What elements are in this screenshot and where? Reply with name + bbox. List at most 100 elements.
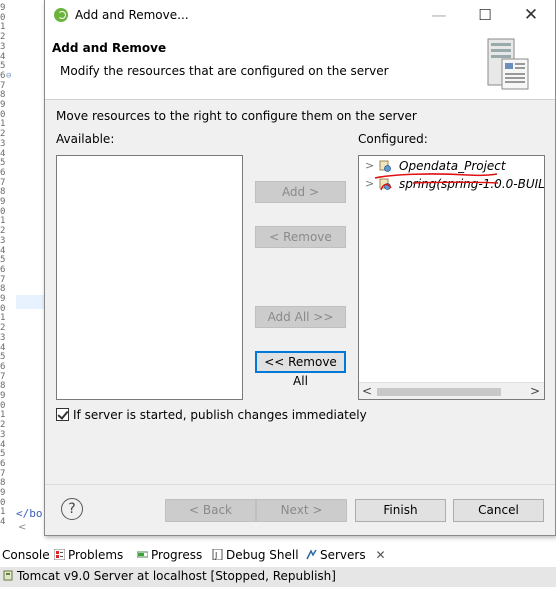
configured-item-label: spring(spring-1.0.0-BUILD- <box>399 177 545 191</box>
line-number: 2 <box>0 32 6 43</box>
available-list[interactable] <box>56 155 243 400</box>
next-button[interactable]: Next > <box>256 499 347 522</box>
line-number: 4 <box>0 439 6 450</box>
add-button[interactable]: Add > <box>255 181 346 203</box>
debug-shell-icon: J <box>212 549 223 560</box>
tab-servers-label: Servers <box>320 548 366 562</box>
line-number: 0 <box>0 109 6 120</box>
line-number: 6 <box>0 264 6 275</box>
line-number: 5 <box>0 61 6 72</box>
fold-marker-icon[interactable]: ⊖ <box>6 71 16 81</box>
line-number: 0 <box>0 400 6 411</box>
line-number: 4 <box>0 51 6 62</box>
problems-icon <box>54 549 65 560</box>
available-label: Available: <box>56 132 115 146</box>
configured-item[interactable]: > spring(spring-1.0.0-BUILD- <box>359 176 544 194</box>
line-number: 5 <box>0 255 6 266</box>
dialog-header: Add and Remove Modify the resources that… <box>45 31 555 100</box>
header-description: Modify the resources that are configured… <box>60 64 389 78</box>
servers-icon <box>306 549 317 560</box>
line-number: 1 <box>0 22 6 33</box>
current-line-highlight <box>16 295 45 309</box>
web-module-icon <box>379 178 391 190</box>
svg-text:J: J <box>214 551 217 560</box>
line-number: 3 <box>0 41 6 52</box>
line-number: 3 <box>0 235 6 246</box>
line-number: 9 <box>0 391 6 401</box>
line-number: 2 <box>0 420 6 431</box>
server-list-row[interactable]: Tomcat v9.0 Server at localhost [Stopped… <box>0 567 556 587</box>
progress-icon <box>137 551 148 558</box>
line-number: 9 <box>0 3 6 13</box>
tab-servers[interactable]: Servers ✕ <box>306 548 386 562</box>
expand-arrow-icon[interactable]: > <box>365 159 374 172</box>
line-number: 9 <box>0 294 6 304</box>
help-icon[interactable]: ? <box>61 498 83 520</box>
tab-progress[interactable]: Progress <box>137 548 202 562</box>
cancel-button[interactable]: Cancel <box>453 499 544 522</box>
close-tab-icon[interactable]: ✕ <box>375 548 385 562</box>
line-number: 3 <box>0 138 6 149</box>
tab-problems[interactable]: Problems <box>54 548 123 562</box>
web-module-icon <box>379 160 391 172</box>
line-number: 0 <box>0 206 6 217</box>
line-number: 4 <box>0 148 6 159</box>
line-number: 9 <box>0 488 6 498</box>
line-number: 2 <box>0 323 6 334</box>
tomcat-server-icon <box>3 570 13 581</box>
server-entry-label: Tomcat v9.0 Server at localhost [Stopped… <box>17 569 336 583</box>
line-number: 2 <box>0 129 6 140</box>
line-number: 7 <box>0 371 6 382</box>
add-all-button[interactable]: Add All >> <box>255 306 346 328</box>
configured-list[interactable]: > Opendata_Project > spring(spring-1.0.0… <box>358 155 545 400</box>
line-number: 0 <box>0 497 6 508</box>
close-button[interactable]: ✕ <box>516 4 546 26</box>
line-number: 4 <box>0 245 6 256</box>
server-illustration-icon <box>487 38 529 90</box>
line-number: 4 <box>0 517 6 528</box>
server-entry[interactable]: Tomcat v9.0 Server at localhost [Stopped… <box>3 569 336 583</box>
configured-item[interactable]: > Opendata_Project <box>359 158 544 176</box>
line-number: 8 <box>0 187 6 198</box>
scrollbar-thumb[interactable] <box>377 388 501 396</box>
line-number: 1 <box>0 507 6 518</box>
instruction-text: Move resources to the right to configure… <box>56 109 417 123</box>
editor-scroll-left-arrow[interactable]: < <box>18 522 26 533</box>
line-number: 9 <box>0 197 6 207</box>
remove-all-button[interactable]: << Remove All <box>255 351 346 388</box>
line-number: 8 <box>0 284 6 295</box>
line-number: 1 <box>0 119 6 130</box>
line-number: 9 <box>0 100 6 110</box>
back-button[interactable]: < Back <box>165 499 256 522</box>
line-number: 8 <box>0 90 6 101</box>
tab-debug-shell-label: Debug Shell <box>226 548 299 562</box>
dialog-titlebar: Add and Remove... — ☐ ✕ <box>45 0 555 31</box>
minimize-button[interactable]: — <box>424 4 454 26</box>
remove-button[interactable]: < Remove <box>255 226 346 248</box>
line-number: 3 <box>0 332 6 343</box>
views-tab-bar: Console Problems Progress J Debug Shell S… <box>0 545 556 567</box>
line-number: 7 <box>0 468 6 479</box>
line-number: 3 <box>0 429 6 440</box>
header-title: Add and Remove <box>52 41 167 55</box>
tab-console[interactable]: Console <box>2 548 50 562</box>
tab-console-label: Console <box>2 548 50 562</box>
scroll-right-arrow-icon[interactable]: > <box>530 384 540 398</box>
horizontal-scrollbar[interactable]: < > <box>359 382 544 399</box>
line-number: 7 <box>0 80 6 91</box>
footer-separator <box>45 484 555 485</box>
publish-checkbox[interactable] <box>56 408 69 421</box>
line-number: 6 <box>0 167 6 178</box>
tab-debug-shell[interactable]: J Debug Shell <box>212 548 299 562</box>
maximize-button[interactable]: ☐ <box>470 4 500 26</box>
expand-arrow-icon[interactable]: > <box>365 177 374 190</box>
configured-label: Configured: <box>358 132 428 146</box>
line-number: 5 <box>0 449 6 460</box>
line-number: 0 <box>0 303 6 314</box>
editor-gutter: 9012345678901234567890123456789012345678… <box>0 0 45 540</box>
line-number: 7 <box>0 274 6 285</box>
line-number: 1 <box>0 216 6 227</box>
finish-button[interactable]: Finish <box>355 499 446 522</box>
scroll-left-arrow-icon[interactable]: < <box>362 384 372 398</box>
line-number: 0 <box>0 12 6 23</box>
